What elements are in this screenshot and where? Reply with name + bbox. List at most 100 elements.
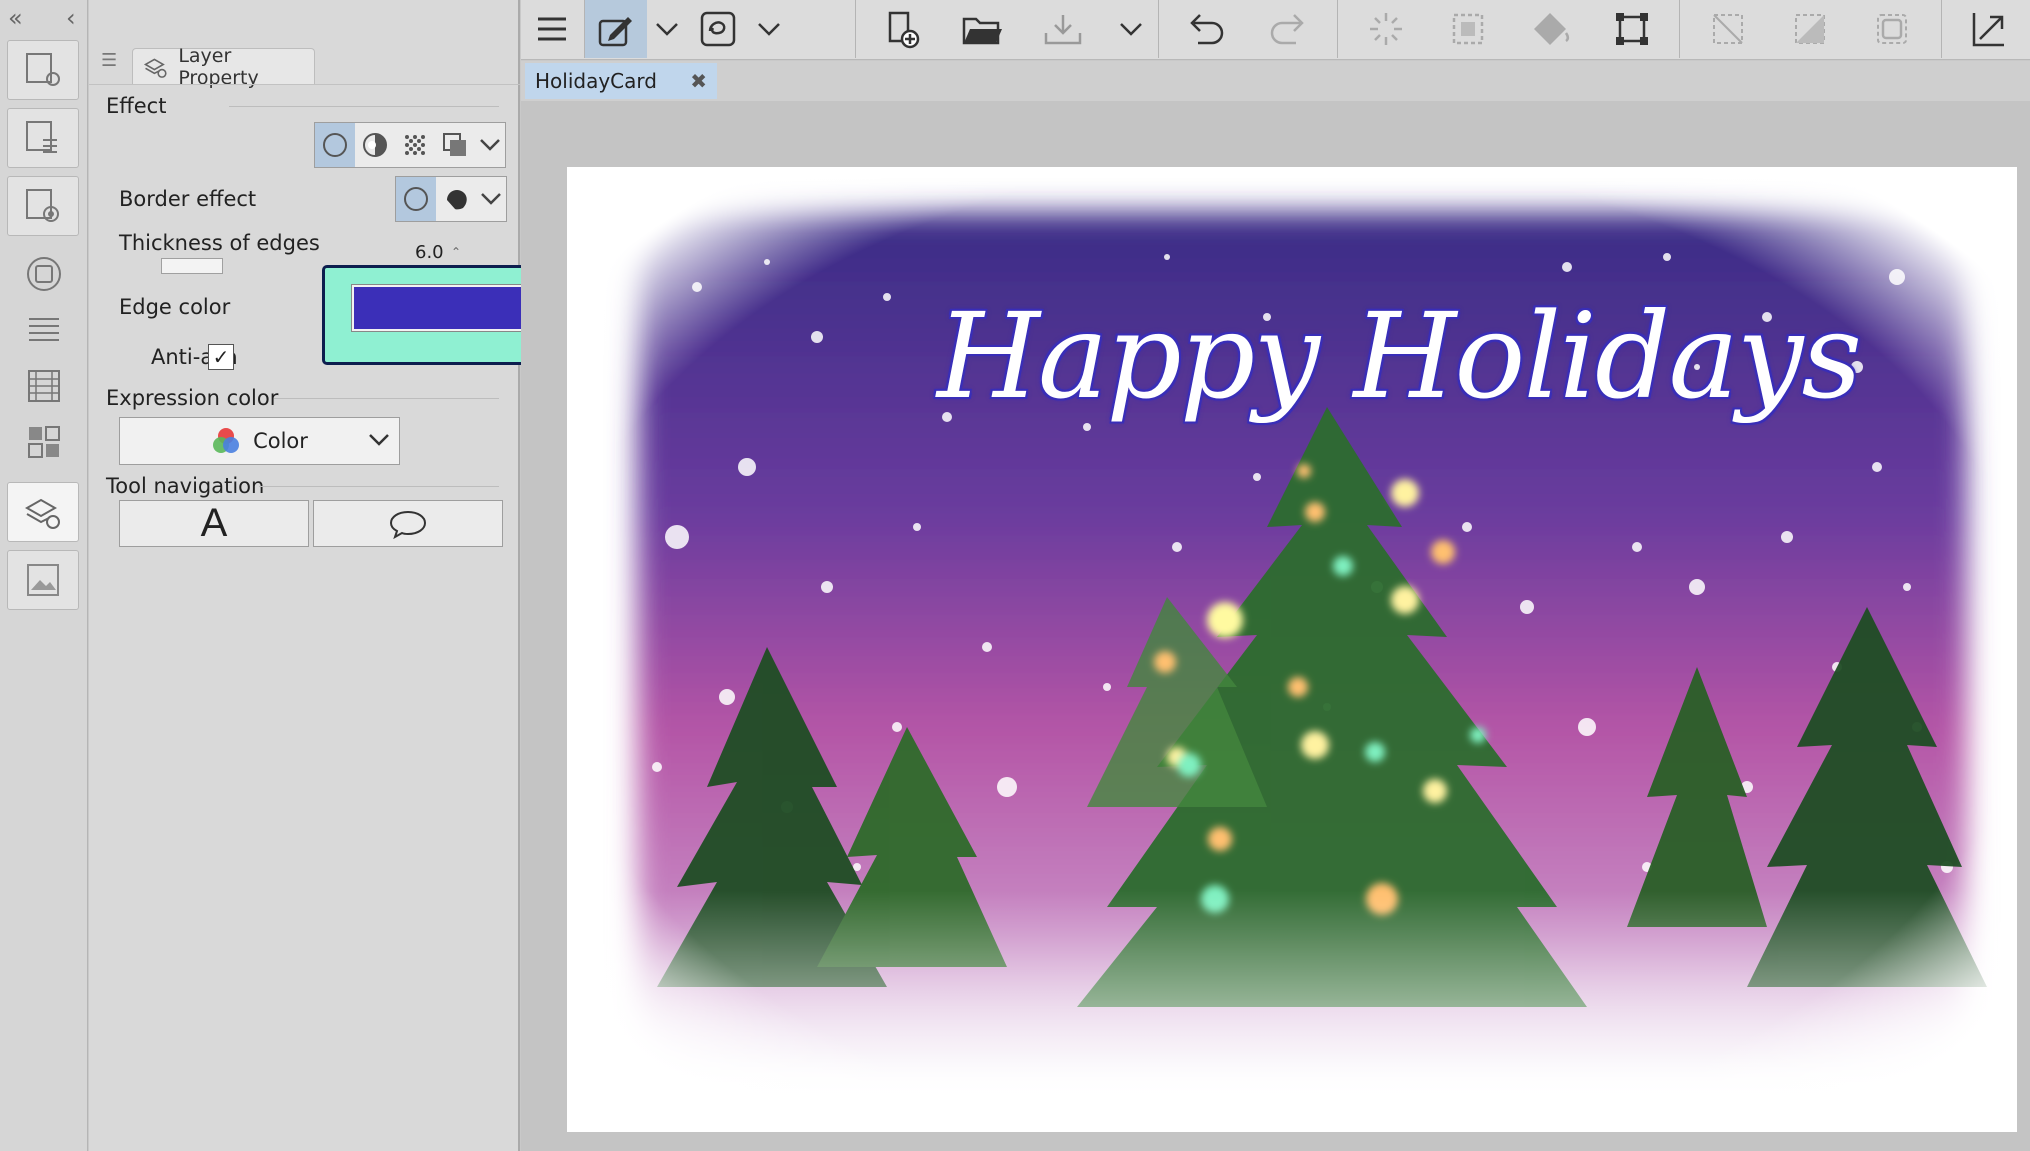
expression-color-select[interactable]: Color bbox=[119, 417, 400, 465]
balloon-tool-button[interactable] bbox=[313, 500, 503, 547]
material-icon bbox=[28, 426, 60, 458]
selection-border-icon bbox=[1877, 14, 1907, 44]
loading-icon bbox=[1370, 13, 1402, 45]
canvas[interactable]: Happy Holidays bbox=[567, 167, 2017, 1132]
effect-heading: Effect bbox=[106, 94, 167, 118]
sub-tool-detail-icon bbox=[26, 53, 60, 86]
timeline-icon bbox=[28, 370, 60, 402]
redo-icon bbox=[1270, 14, 1304, 45]
layer-property-panel: ☰ Layer Property Effect Border effect Th… bbox=[89, 0, 610, 1151]
open-folder-icon bbox=[962, 17, 1002, 45]
border-watercolor-button[interactable] bbox=[436, 177, 476, 221]
main-toolbar bbox=[521, 0, 2030, 60]
navigator-icon bbox=[26, 189, 59, 222]
expand-button[interactable] bbox=[1957, 0, 2019, 58]
color-circle-button[interactable] bbox=[22, 252, 66, 296]
collapse-panels-icon[interactable]: « bbox=[8, 4, 23, 32]
rgb-color-icon bbox=[213, 428, 240, 453]
layer-property-icon bbox=[143, 57, 167, 78]
tab-label: Layer Property bbox=[178, 44, 259, 89]
fill-button[interactable] bbox=[1519, 0, 1581, 58]
toolbar-divider bbox=[1679, 0, 1680, 58]
gallery-icon bbox=[27, 564, 59, 596]
layer-search-icon bbox=[26, 121, 57, 153]
gallery-button[interactable] bbox=[7, 550, 79, 610]
undo-button[interactable] bbox=[1175, 0, 1237, 58]
layer-list-icon bbox=[29, 318, 59, 341]
pen-options-dropdown[interactable] bbox=[647, 0, 687, 58]
halftone-icon bbox=[405, 135, 425, 155]
transform-icon bbox=[1616, 13, 1648, 45]
transform-button[interactable] bbox=[1601, 0, 1663, 58]
invert-selection-button[interactable] bbox=[1779, 0, 1841, 58]
toolbar-divider bbox=[855, 0, 856, 58]
new-file-button[interactable] bbox=[871, 0, 933, 58]
effect-dot-button[interactable] bbox=[395, 123, 435, 167]
edge-color-swatch[interactable] bbox=[351, 284, 543, 332]
layer-search-button[interactable] bbox=[7, 108, 79, 168]
save-icon bbox=[1044, 15, 1082, 45]
chevron-down-icon bbox=[369, 434, 389, 446]
save-options-dropdown[interactable] bbox=[1111, 0, 1151, 58]
thickness-spinner-icon[interactable]: ⌃ bbox=[451, 245, 461, 259]
section-divider bbox=[229, 106, 499, 107]
deselect-button[interactable] bbox=[1697, 0, 1759, 58]
toolbar-divider bbox=[1158, 0, 1159, 58]
layer-color-icon bbox=[443, 133, 466, 156]
save-button[interactable] bbox=[1032, 0, 1094, 58]
back-icon[interactable]: ‹ bbox=[66, 4, 76, 32]
invert-selection-icon bbox=[1795, 14, 1825, 44]
timeline-button[interactable] bbox=[22, 364, 66, 408]
selection-button[interactable] bbox=[1437, 0, 1499, 58]
effect-layer-color-button[interactable] bbox=[435, 123, 475, 167]
document-tab-bar: HolidayCard ✖ bbox=[521, 61, 2030, 101]
border-none-button[interactable] bbox=[396, 177, 436, 221]
left-icon-strip: « ‹ bbox=[0, 0, 88, 1151]
text-tool-icon: A bbox=[200, 501, 228, 545]
color-circle-icon bbox=[27, 257, 61, 291]
fill-icon bbox=[1534, 13, 1570, 45]
material-button[interactable] bbox=[22, 420, 66, 464]
sub-tool-detail-button[interactable] bbox=[7, 40, 79, 100]
effect-tone-button[interactable] bbox=[355, 123, 395, 167]
redo-button[interactable] bbox=[1257, 0, 1319, 58]
panel-menu-icon[interactable]: ☰ bbox=[101, 50, 117, 71]
effect-more-dropdown[interactable] bbox=[475, 123, 505, 167]
loading-button[interactable] bbox=[1355, 0, 1417, 58]
pen-tool-icon bbox=[598, 17, 632, 47]
thickness-value[interactable]: 6.0 bbox=[415, 242, 444, 263]
menu-button[interactable] bbox=[521, 0, 583, 58]
thickness-label: Thickness of edges bbox=[119, 231, 320, 255]
layer-property-button[interactable] bbox=[7, 482, 79, 542]
tab-underline bbox=[89, 84, 520, 85]
document-tab-label: HolidayCard bbox=[535, 69, 657, 93]
close-icon[interactable]: ✖ bbox=[690, 69, 707, 93]
circle-icon bbox=[404, 187, 428, 211]
edge-color-label: Edge color bbox=[119, 295, 231, 319]
effect-selector bbox=[314, 122, 506, 168]
speech-balloon-icon bbox=[389, 510, 427, 539]
thickness-slider[interactable] bbox=[161, 258, 223, 274]
toolbar-divider bbox=[1941, 0, 1942, 58]
layer-list-button[interactable] bbox=[22, 308, 66, 352]
selection-border-button[interactable] bbox=[1861, 0, 1923, 58]
chevron-down-icon bbox=[656, 23, 678, 36]
effect-none-button[interactable] bbox=[315, 123, 355, 167]
text-tool-button[interactable]: A bbox=[119, 500, 309, 547]
expand-icon bbox=[1972, 13, 2004, 47]
lasso-options-dropdown[interactable] bbox=[749, 0, 789, 58]
lasso-button[interactable] bbox=[687, 0, 749, 58]
open-button[interactable] bbox=[951, 0, 1013, 58]
pen-tool-button[interactable] bbox=[585, 0, 647, 58]
menu-icon bbox=[538, 17, 566, 41]
new-file-icon bbox=[888, 11, 920, 49]
tab-holidaycard[interactable]: HolidayCard ✖ bbox=[525, 63, 717, 99]
deselect-icon bbox=[1713, 14, 1743, 44]
tone-icon bbox=[363, 133, 387, 157]
navigator-button[interactable] bbox=[7, 176, 79, 236]
border-effect-dropdown[interactable] bbox=[476, 177, 506, 221]
chevron-down-icon bbox=[481, 193, 501, 205]
chevron-down-icon bbox=[758, 23, 780, 36]
antialias-checkbox[interactable]: ✓ bbox=[208, 344, 234, 370]
tab-layer-property[interactable]: Layer Property bbox=[132, 45, 315, 89]
